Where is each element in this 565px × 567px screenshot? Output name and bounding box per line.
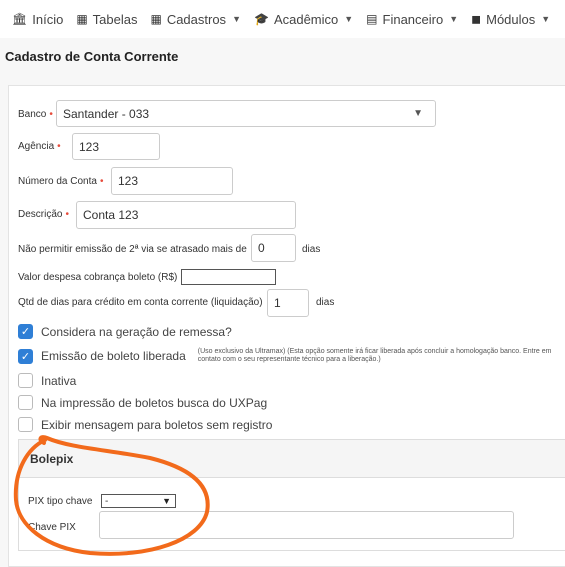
checkbox-unchecked-icon[interactable] <box>18 395 33 410</box>
nav-tabelas[interactable]: ▦ Tabelas <box>76 12 137 27</box>
chave-pix-input[interactable] <box>99 511 514 539</box>
segunda-via-suffix: dias <box>302 244 321 255</box>
numero-conta-input[interactable]: 123 <box>111 167 233 195</box>
nav-tabelas-label: Tabelas <box>92 11 138 27</box>
despesa-boleto-label: Valor despesa cobrança boleto (R$) <box>18 272 178 283</box>
despesa-boleto-input[interactable] <box>181 269 276 285</box>
checkbox-inativa[interactable]: Inativa <box>18 373 76 388</box>
checkbox-uxpag[interactable]: Na impressão de boletos busca do UXPag <box>18 395 267 410</box>
descricao-input[interactable]: Conta 123 <box>76 201 296 229</box>
page-title: Cadastro de Conta Corrente <box>5 49 179 64</box>
agencia-input[interactable]: 123 <box>72 133 160 160</box>
nav-inicio[interactable]: 🏛 Início <box>12 12 63 27</box>
dias-credito-label: Qtd de dias para crédito em conta corren… <box>18 297 263 308</box>
chevron-down-icon: ▼ <box>344 14 354 24</box>
descricao-value: Conta 123 <box>83 208 139 222</box>
checkbox-mensagem-sem-registro[interactable]: Exibir mensagem para boletos sem registr… <box>18 417 272 432</box>
grid-icon: ▦ <box>150 12 162 26</box>
graduation-cap-icon: 🎓 <box>253 12 269 26</box>
table-icon: ▦ <box>76 12 88 26</box>
agencia-value: 123 <box>79 139 100 154</box>
modules-icon: ◼ <box>471 12 482 26</box>
pix-tipo-chave-select[interactable]: - ▼ <box>101 494 176 508</box>
numero-conta-label: Número da Conta • <box>18 176 104 187</box>
nav-cadastros-label: Cadastros <box>166 11 227 27</box>
chevron-down-icon: ▼ <box>232 14 241 24</box>
checkbox-label: Considera na geração de remessa? <box>41 324 232 339</box>
emissao-boleto-note: (Uso exclusivo da Ultramax) (Esta opção … <box>197 348 552 363</box>
descricao-label: Descrição • <box>18 209 69 220</box>
checkbox-label: Na impressão de boletos busca do UXPag <box>41 395 268 410</box>
banco-select[interactable]: Santander - 033 ▼ <box>56 100 436 127</box>
bolepix-title: Bolepix <box>19 440 565 478</box>
segunda-via-input[interactable]: 0 <box>251 234 296 262</box>
calculator-icon: ▤ <box>366 12 378 26</box>
pix-tipo-chave-label: PIX tipo chave <box>28 496 93 507</box>
segunda-via-value: 0 <box>258 241 265 255</box>
banco-select-value: Santander - 033 <box>63 106 150 121</box>
bank-icon: 🏛 <box>12 12 28 26</box>
numero-conta-value: 123 <box>118 174 139 188</box>
nav-financeiro[interactable]: ▤ Financeiro ▼ <box>366 12 458 27</box>
chevron-down-icon: ▼ <box>162 496 171 506</box>
top-nav: 🏛 Início ▦ Tabelas ▦ Cadastros ▼ 🎓 Acadêmico ▼… <box>0 0 565 38</box>
chevron-down-icon: ▼ <box>541 14 551 24</box>
checkbox-checked-icon[interactable]: ✓ <box>18 348 33 364</box>
checkbox-label: Exibir mensagem para boletos sem registr… <box>41 417 273 432</box>
nav-modulos[interactable]: ◼ Módulos ▼ <box>471 12 550 27</box>
form-panel: Banco • Santander - 033 ▼ Agência • 123 Nú… <box>8 85 565 567</box>
checkbox-label: Inativa <box>41 373 77 388</box>
nav-financeiro-label: Financeiro <box>382 11 444 27</box>
banco-label: Banco • <box>18 109 53 120</box>
pix-tipo-chave-value: - <box>105 495 109 507</box>
chave-pix-label: Chave PIX <box>28 522 76 533</box>
segunda-via-label: Não permitir emissão de 2ª via se atrasa… <box>18 244 247 255</box>
bolepix-section: Bolepix PIX tipo chave - ▼ Chave PIX <box>18 439 565 551</box>
nav-inicio-label: Início <box>32 11 64 27</box>
dias-credito-value: 1 <box>274 296 281 310</box>
dias-credito-suffix: dias <box>316 297 335 308</box>
agencia-label: Agência • <box>18 141 61 152</box>
checkbox-emissao-boleto[interactable]: ✓ Emissão de boleto liberada (Uso exclus… <box>18 348 565 364</box>
nav-academico[interactable]: 🎓 Acadêmico ▼ <box>254 12 353 27</box>
chevron-down-icon: ▼ <box>413 108 423 119</box>
checkbox-unchecked-icon[interactable] <box>18 373 33 388</box>
checkbox-checked-icon[interactable]: ✓ <box>18 324 33 339</box>
checkbox-considera-remessa[interactable]: ✓ Considera na geração de remessa? <box>18 324 232 339</box>
nav-modulos-label: Módulos <box>486 11 536 27</box>
checkbox-unchecked-icon[interactable] <box>18 417 33 432</box>
nav-academico-label: Acadêmico <box>273 11 339 27</box>
nav-cadastros[interactable]: ▦ Cadastros ▼ <box>150 12 241 27</box>
dias-credito-input[interactable]: 1 <box>267 289 309 317</box>
checkbox-label: Emissão de boleto liberada <box>41 349 186 363</box>
chevron-down-icon: ▼ <box>449 14 459 24</box>
